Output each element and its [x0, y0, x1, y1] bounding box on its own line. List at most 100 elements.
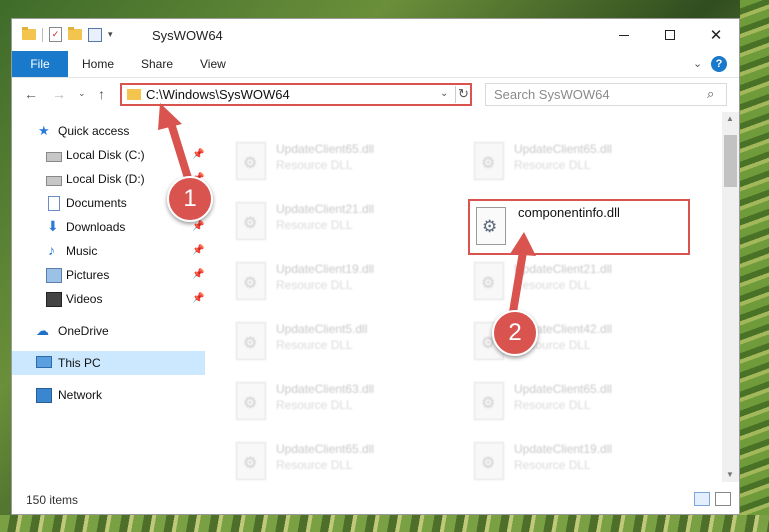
step-marker-1: 1 — [167, 176, 213, 222]
dll-file-icon — [474, 262, 504, 300]
details-view-icon[interactable] — [694, 492, 710, 506]
step-marker-2: 2 — [492, 310, 538, 356]
help-button[interactable]: ? — [711, 56, 727, 72]
desktop-background-bottom — [0, 515, 769, 532]
up-arrow-icon[interactable]: ↑ — [98, 86, 105, 102]
tab-file[interactable]: File — [12, 51, 68, 77]
download-icon: ⬇ — [47, 218, 59, 234]
dll-file-icon — [236, 382, 266, 420]
pin-icon: 📌 — [192, 245, 205, 256]
tab-view[interactable]: View — [200, 51, 226, 77]
file-type: Resource DLL — [276, 278, 353, 292]
dll-file-icon — [236, 202, 266, 240]
close-button[interactable]: ✕ — [693, 19, 739, 51]
scrollbar-thumb[interactable] — [724, 135, 737, 187]
file-name: UpdateClient65.dll — [276, 142, 375, 156]
explorer-window: ✓ ▾ SysWOW64 ✕ File Home Share View ⌄ ? … — [11, 18, 740, 515]
file-type: Resource DLL — [276, 158, 353, 172]
maximize-button[interactable] — [647, 19, 693, 51]
address-path[interactable]: C:\Windows\SysWOW64 — [146, 87, 290, 102]
tab-share[interactable]: Share — [141, 51, 173, 77]
status-bar: 150 items — [12, 482, 739, 514]
refresh-icon[interactable]: ↻ — [455, 86, 471, 103]
computer-icon — [36, 356, 52, 368]
maximize-icon — [665, 30, 675, 40]
list-item[interactable]: UpdateClient21.dll Resource DLL — [468, 258, 688, 306]
list-item[interactable]: UpdateClient65.dll Resource DLL — [468, 378, 688, 426]
file-type: Resource DLL — [276, 338, 353, 352]
nav-item-downloads[interactable]: ⬇ Downloads 📌 — [12, 215, 205, 239]
nav-item-label: Documents — [66, 196, 127, 210]
search-icon[interactable]: ⌕ — [707, 86, 714, 102]
large-icons-view-icon[interactable] — [715, 492, 731, 506]
file-type: Resource DLL — [514, 398, 591, 412]
highlighted-file-item[interactable]: componentinfo.dll — [468, 199, 690, 255]
back-arrow-icon[interactable]: ← — [24, 86, 38, 102]
minimize-button[interactable] — [601, 19, 647, 51]
nav-item-onedrive[interactable]: ☁ OneDrive — [12, 319, 205, 343]
item-count: 150 items — [26, 493, 79, 507]
nav-item-music[interactable]: ♪ Music 📌 — [12, 239, 205, 263]
dll-file-icon — [474, 142, 504, 180]
nav-item-label: Quick access — [58, 124, 130, 138]
list-item[interactable]: UpdateClient19.dll Resource DLL — [230, 258, 450, 306]
music-icon: ♪ — [48, 242, 55, 258]
scroll-down-arrow-icon[interactable]: ▼ — [726, 470, 734, 479]
nav-item-videos[interactable]: Videos 📌 — [12, 287, 205, 311]
tab-home[interactable]: Home — [82, 51, 114, 77]
dll-file-icon — [236, 142, 266, 180]
list-item[interactable]: UpdateClient21.dll Resource DLL — [230, 198, 450, 246]
properties-icon[interactable] — [88, 27, 102, 42]
file-name: UpdateClient65.dll — [514, 382, 613, 396]
list-item[interactable]: UpdateClient65.dll Resource DLL — [468, 138, 688, 186]
new-folder-icon[interactable] — [68, 27, 82, 40]
navigation-pane: ★ Quick access Local Disk (C:) 📌 Local D… — [12, 112, 208, 472]
pictures-icon — [46, 268, 62, 283]
nav-item-local-disk-c[interactable]: Local Disk (C:) 📌 — [12, 143, 205, 167]
pin-icon: 📌 — [192, 293, 205, 304]
recent-locations-chevron-icon[interactable]: ⌄ — [78, 88, 86, 99]
network-icon — [36, 388, 52, 403]
file-name: UpdateClient19.dll — [514, 442, 613, 456]
nav-item-label: This PC — [58, 356, 101, 370]
videos-icon — [46, 292, 62, 307]
list-item[interactable]: UpdateClient63.dll Resource DLL — [230, 378, 450, 426]
file-name: UpdateClient65.dll — [276, 442, 375, 456]
forward-arrow-icon[interactable]: → — [52, 86, 66, 102]
customize-toolbar-chevron-icon[interactable]: ▾ — [108, 29, 113, 40]
title-bar: ✓ ▾ SysWOW64 ✕ — [12, 19, 739, 51]
nav-item-label: Videos — [66, 292, 103, 306]
dll-file-icon — [474, 382, 504, 420]
desktop-background — [740, 0, 769, 532]
close-icon: ✕ — [709, 27, 723, 44]
file-name: UpdateClient63.dll — [276, 382, 375, 396]
nav-item-label: Pictures — [66, 268, 110, 282]
dll-file-icon — [474, 442, 504, 480]
nav-item-this-pc[interactable]: This PC — [12, 351, 205, 375]
toolbar-divider — [42, 27, 43, 42]
list-item[interactable]: UpdateClient65.dll Resource DLL — [230, 138, 450, 186]
file-list: UpdateClient65.dll Resource DLL UpdateCl… — [208, 112, 722, 482]
nav-item-pictures[interactable]: Pictures 📌 — [12, 263, 205, 287]
search-input[interactable]: Search SysWOW64 ⌕ — [485, 83, 727, 106]
window-title: SysWOW64 — [152, 28, 223, 43]
nav-item-label: OneDrive — [58, 324, 109, 338]
nav-item-quick-access[interactable]: ★ Quick access — [12, 119, 205, 143]
pin-icon: 📌 — [192, 221, 205, 232]
properties-check-icon[interactable]: ✓ — [49, 27, 62, 42]
address-dropdown-chevron-icon[interactable]: ⌄ — [440, 88, 448, 99]
list-item[interactable]: UpdateClient65.dll Resource DLL — [230, 438, 450, 482]
address-bar[interactable]: C:\Windows\SysWOW64 ⌄ ↻ — [120, 83, 472, 106]
nav-item-label: Local Disk (D:) — [66, 172, 145, 186]
pin-icon: 📌 — [192, 149, 205, 160]
nav-item-network[interactable]: Network — [12, 383, 205, 407]
list-item[interactable]: UpdateClient5.dll Resource DLL — [230, 318, 450, 366]
scroll-up-arrow-icon[interactable]: ▲ — [726, 114, 734, 123]
cloud-icon: ☁ — [36, 323, 49, 338]
expand-ribbon-chevron-icon[interactable]: ⌄ — [693, 57, 702, 70]
search-placeholder: Search SysWOW64 — [494, 87, 610, 102]
dll-file-icon — [236, 442, 266, 480]
list-item[interactable]: UpdateClient19.dll Resource DLL — [468, 438, 688, 482]
file-name: UpdateClient21.dll — [514, 262, 613, 276]
vertical-scrollbar[interactable]: ▲ ▼ — [722, 112, 739, 482]
